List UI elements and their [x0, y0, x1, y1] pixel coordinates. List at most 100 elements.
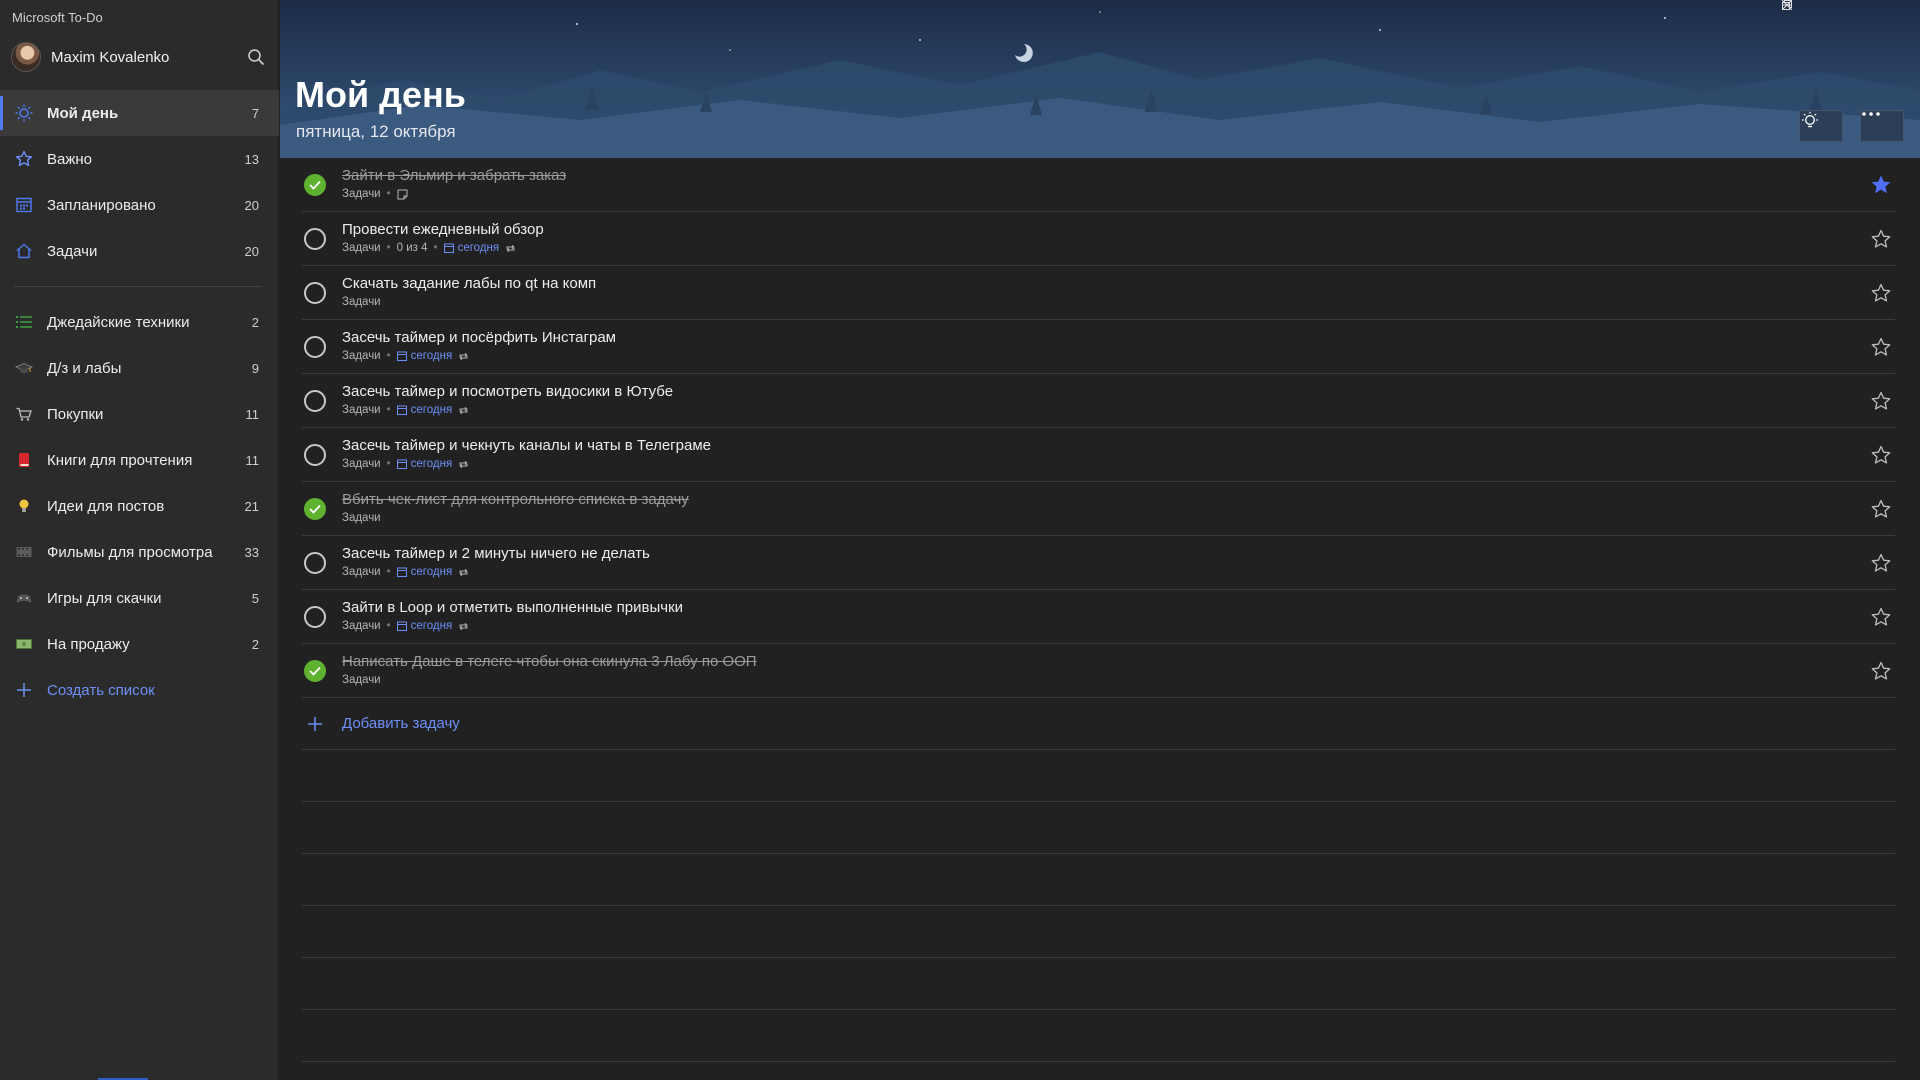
checkmark-icon — [309, 504, 321, 514]
star-outline-icon[interactable] — [1869, 443, 1893, 467]
sidebar-item-count: 5 — [251, 590, 259, 606]
task-text: Зайти в Loop и отметить выполненные прив… — [342, 599, 683, 632]
task-row[interactable]: Засечь таймер и 2 минуты ничего не делат… — [302, 536, 1895, 590]
add-task-button[interactable]: Добавить задачу — [302, 698, 1895, 750]
repeat-icon — [506, 244, 515, 252]
task-title: Засечь таймер и посёрфить Инстаграм — [342, 329, 616, 346]
star-outline-icon[interactable] — [1869, 227, 1893, 251]
task-row[interactable]: Засечь таймер и посёрфить Инстаграм Зада… — [302, 320, 1895, 374]
sidebar-item-list[interactable]: Покупки 11 — [0, 391, 279, 437]
sidebar-item-label: Д/з и лабы — [47, 359, 122, 377]
star-outline-icon[interactable] — [1869, 551, 1893, 575]
task-row[interactable]: Скачать задание лабы по qt на комп Задач… — [302, 266, 1895, 320]
task-checkbox[interactable] — [304, 660, 326, 682]
task-title: Написать Даше в телеге чтобы она скинула… — [342, 653, 757, 670]
task-text: Написать Даше в телеге чтобы она скинула… — [342, 653, 757, 686]
sidebar-item-list[interactable]: Книги для прочтения 11 — [0, 437, 279, 483]
calendar-icon — [443, 243, 454, 253]
calendar-icon — [396, 567, 407, 577]
sidebar-item-count: 2 — [251, 314, 259, 330]
sidebar-item-label: На продажу — [47, 635, 130, 653]
task-row[interactable]: Зайти в Loop и отметить выполненные прив… — [302, 590, 1895, 644]
restore-icon[interactable] — [1782, 0, 1874, 32]
task-checkbox[interactable] — [304, 228, 326, 250]
app-title: Microsoft To-Do — [12, 10, 103, 25]
star-outline-icon[interactable] — [1869, 335, 1893, 359]
sidebar-item-label: Важно — [47, 150, 93, 168]
search-icon[interactable] — [245, 46, 267, 68]
money-icon — [14, 634, 34, 654]
task-row[interactable]: Написать Даше в телеге чтобы она скинула… — [302, 644, 1895, 698]
sidebar-item-my-day[interactable]: Мой день 7 — [0, 90, 279, 136]
user-row[interactable]: Maxim Kovalenko — [0, 38, 279, 76]
suggestions-button[interactable] — [1799, 110, 1843, 142]
due-date: сегодня — [396, 458, 452, 470]
task-checkbox[interactable] — [304, 606, 326, 628]
sidebar-item-list[interactable]: Игры для скачки 5 — [0, 575, 279, 621]
sidebar-item-list[interactable]: На продажу 2 — [0, 621, 279, 667]
more-options-button[interactable] — [1860, 110, 1904, 142]
plus-icon — [304, 715, 326, 733]
sidebar-item-planned[interactable]: Запланировано 20 — [0, 182, 279, 228]
plus-icon — [14, 680, 34, 700]
task-text: Вбить чек-лист для контрольного списка в… — [342, 491, 689, 524]
sidebar-item-count: 20 — [244, 243, 259, 259]
sidebar-item-list[interactable]: Джедайские техники 2 — [0, 299, 279, 345]
task-title: Зайти в Эльмир и забрать заказ — [342, 167, 567, 184]
task-text: Засечь таймер и посёрфить Инстаграм Зада… — [342, 329, 616, 362]
task-checkbox[interactable] — [304, 498, 326, 520]
sidebar-item-count: 21 — [244, 498, 259, 514]
create-list-label: Создать список — [47, 681, 155, 699]
task-checkbox[interactable] — [304, 390, 326, 412]
checkmark-icon — [309, 180, 321, 190]
star-outline-icon[interactable] — [1869, 497, 1893, 521]
task-row[interactable]: Зайти в Эльмир и забрать заказ Задачи • — [302, 158, 1895, 212]
sidebar-item-list[interactable]: Д/з и лабы 9 — [0, 345, 279, 391]
task-list-name: Задачи — [342, 512, 381, 524]
sidebar-item-count: 20 — [244, 197, 259, 213]
star-outline-icon[interactable] — [1869, 605, 1893, 629]
sidebar-item-label: Игры для скачки — [47, 589, 162, 607]
task-row[interactable]: Провести ежедневный обзор Задачи • 0 из … — [302, 212, 1895, 266]
due-date: сегодня — [396, 566, 452, 578]
task-checkbox[interactable] — [304, 174, 326, 196]
task-row[interactable]: Засечь таймер и посмотреть видосики в Ют… — [302, 374, 1895, 428]
sidebar-item-label: Книги для прочтения — [47, 451, 193, 469]
star-outline-icon[interactable] — [1869, 389, 1893, 413]
separator-dot: • — [386, 404, 391, 416]
sidebar-item-tasks[interactable]: Задачи 20 — [0, 228, 279, 274]
sidebar: Microsoft To-Do Maxim Kovalenko Мой день… — [0, 0, 279, 1080]
calendar-icon — [396, 405, 407, 415]
gamepad-icon — [14, 588, 34, 608]
task-checkbox[interactable] — [304, 444, 326, 466]
note-icon — [397, 189, 408, 199]
sidebar-item-count: 9 — [251, 360, 259, 376]
star-filled-icon[interactable] — [1869, 173, 1893, 197]
task-list-name: Задачи — [342, 242, 381, 254]
due-date: сегодня — [396, 620, 452, 632]
task-checkbox[interactable] — [304, 552, 326, 574]
task-title: Засечь таймер и 2 минуты ничего не делат… — [342, 545, 650, 562]
sidebar-item-important[interactable]: Важно 13 — [0, 136, 279, 182]
empty-line — [302, 750, 1895, 802]
separator-dot: • — [386, 242, 391, 254]
main-pane: Мой день пятница, 12 октября Зайти в Эль… — [280, 0, 1920, 1080]
task-row[interactable]: Засечь таймер и чекнуть каналы и чаты в … — [302, 428, 1895, 482]
sidebar-item-count: 7 — [251, 105, 259, 121]
task-meta: Задачи • сегодня — [342, 404, 673, 416]
star-outline-icon[interactable] — [1869, 281, 1893, 305]
create-list-button[interactable]: Создать список — [0, 667, 279, 713]
book-icon — [14, 450, 34, 470]
sidebar-item-list[interactable]: Идеи для постов 21 — [0, 483, 279, 529]
window-controls — [1782, 0, 1920, 32]
calendar-icon — [396, 621, 407, 631]
avatar[interactable] — [11, 42, 41, 72]
task-row[interactable]: Вбить чек-лист для контрольного списка в… — [302, 482, 1895, 536]
task-meta: Задачи — [342, 296, 596, 308]
sidebar-item-list[interactable]: Фильмы для просмотра 33 — [0, 529, 279, 575]
task-checkbox[interactable] — [304, 336, 326, 358]
task-checkbox[interactable] — [304, 282, 326, 304]
task-text: Засечь таймер и чекнуть каналы и чаты в … — [342, 437, 711, 470]
star-outline-icon[interactable] — [1869, 659, 1893, 683]
close-icon[interactable] — [1782, 0, 1920, 32]
